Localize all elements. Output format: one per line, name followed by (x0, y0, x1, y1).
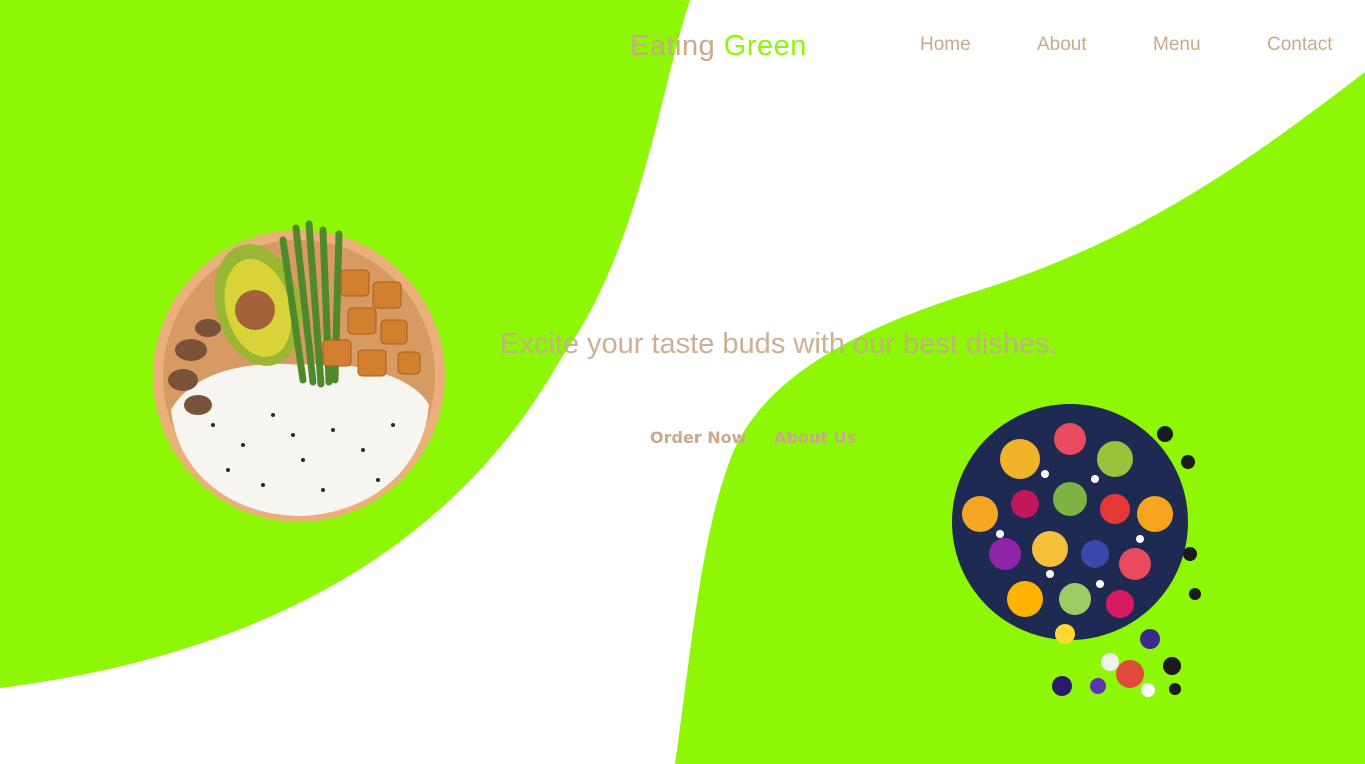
order-now-button[interactable]: Order Now (650, 426, 746, 448)
nav-menu[interactable]: Menu (1153, 34, 1201, 56)
about-us-button[interactable]: About Us (774, 426, 856, 448)
hero-headline: Excite your taste buds with our best dis… (500, 328, 1058, 360)
rice (171, 363, 429, 516)
avocado-pit (235, 290, 275, 330)
poke-bowl-image (153, 220, 445, 522)
fruit-platter-image (952, 404, 1201, 697)
nav-contact[interactable]: Contact (1267, 34, 1332, 56)
main-nav: Home About Menu Contact (0, 34, 1365, 58)
nav-home[interactable]: Home (920, 34, 971, 56)
nav-about[interactable]: About (1037, 34, 1087, 56)
